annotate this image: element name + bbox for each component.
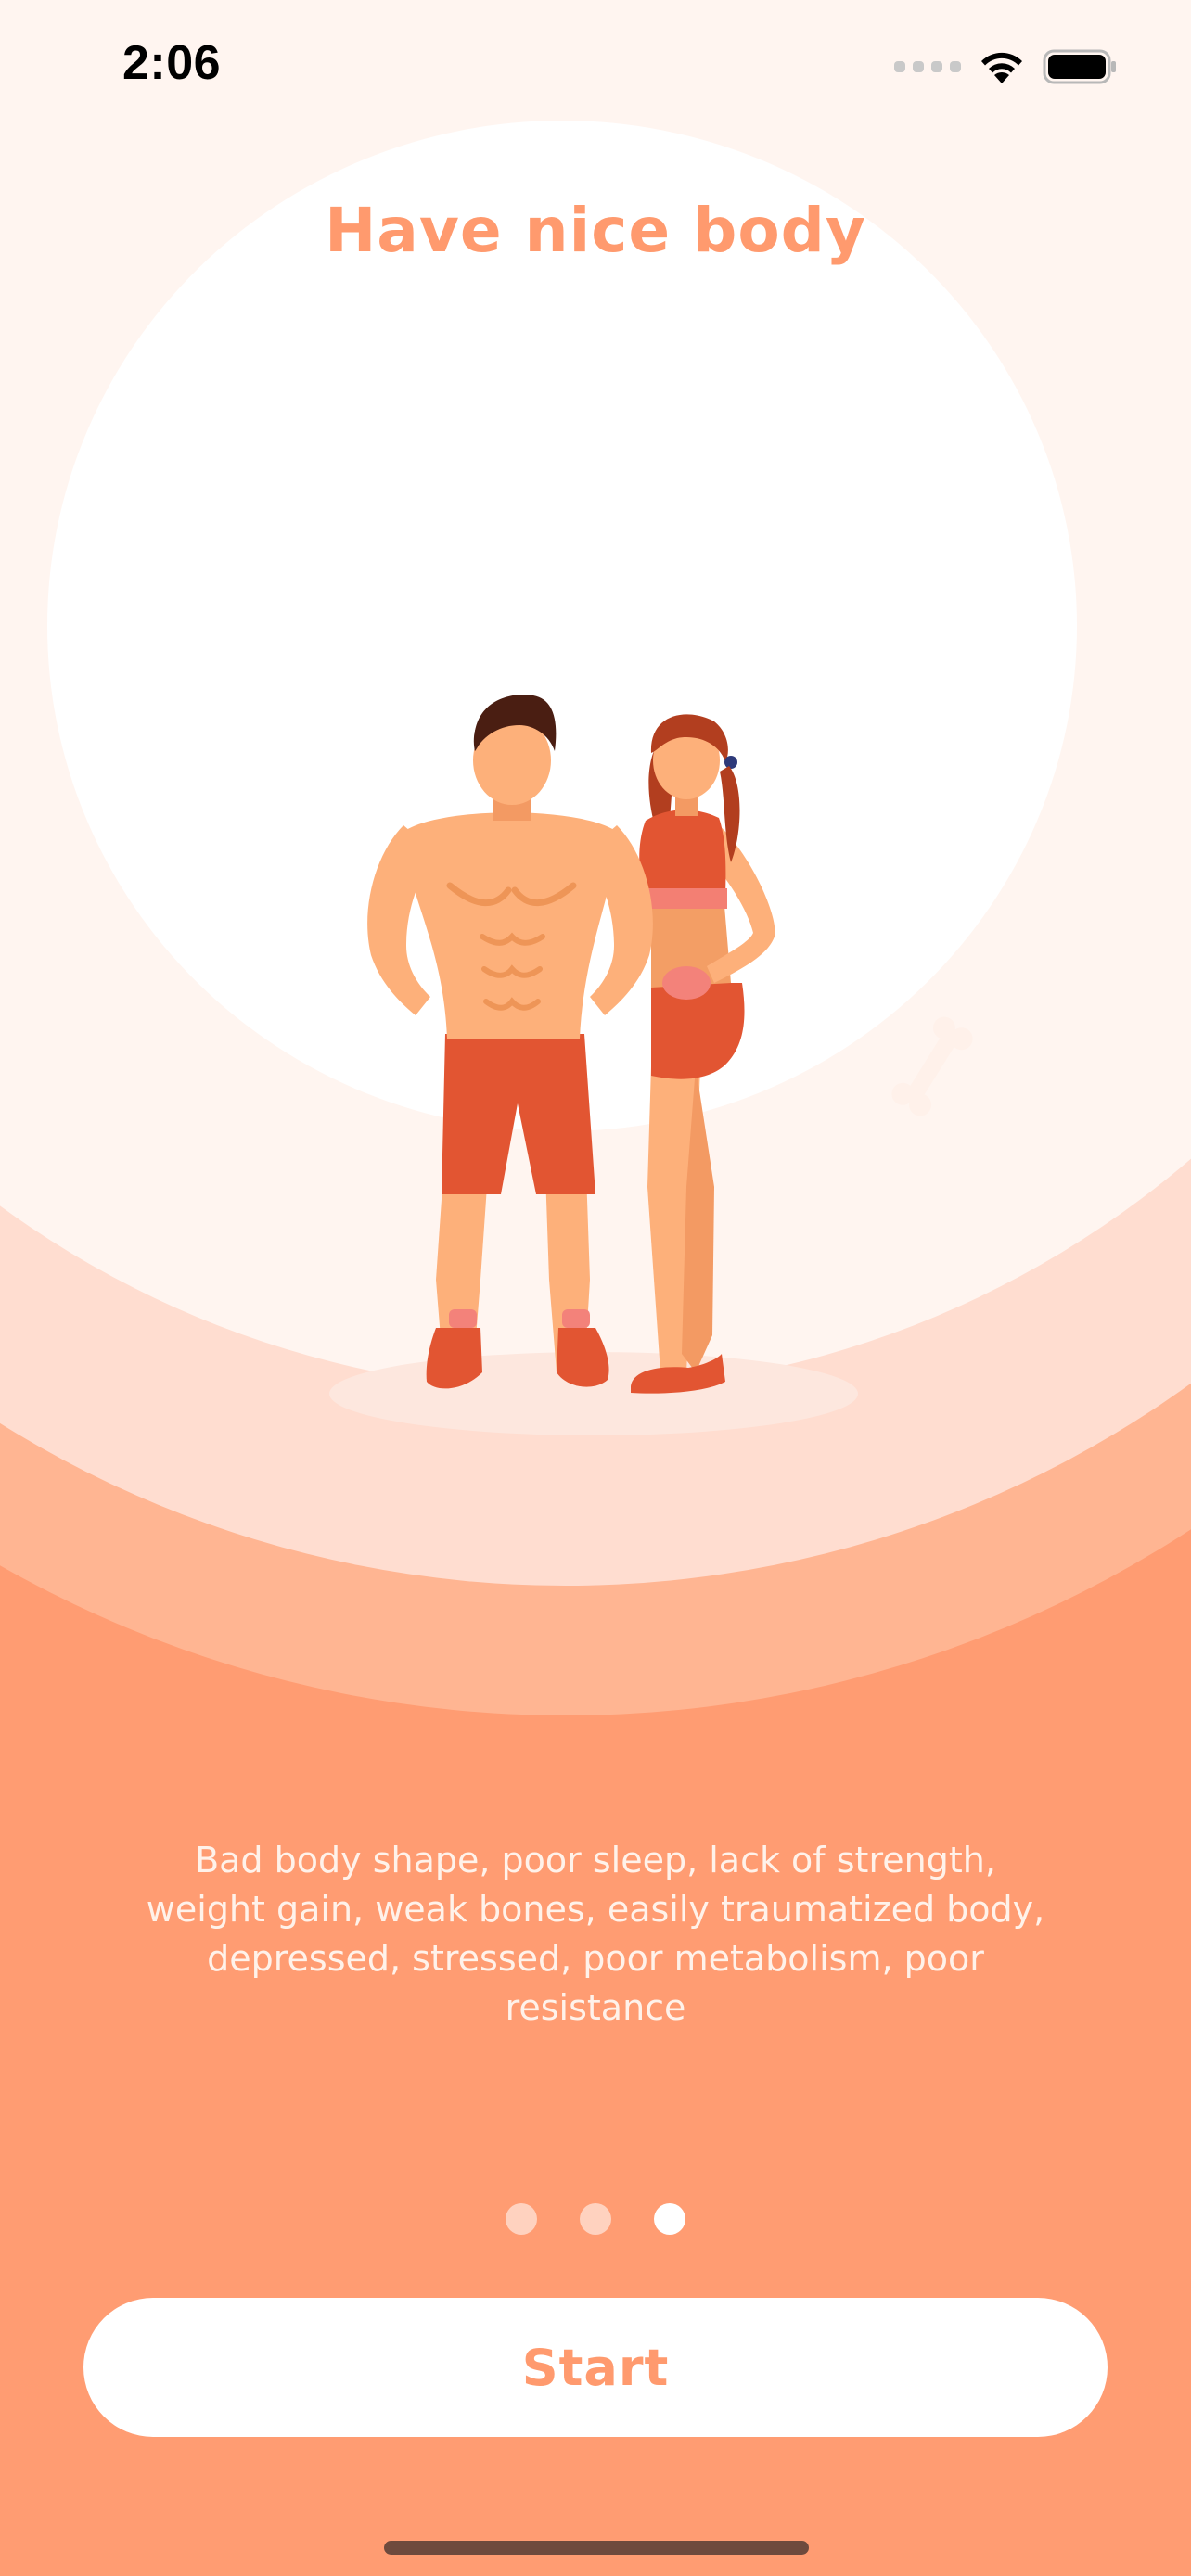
page-dot-2[interactable]	[580, 2203, 611, 2235]
status-icons	[894, 46, 1117, 87]
fit-couple-illustration	[329, 695, 973, 1435]
home-indicator[interactable]	[384, 2541, 809, 2555]
woman-figure	[631, 714, 775, 1394]
status-time: 2:06	[122, 36, 222, 90]
page-dot-1[interactable]	[506, 2203, 537, 2235]
page-dot-3-active[interactable]	[654, 2203, 685, 2235]
status-bar: 2:06	[0, 0, 1191, 130]
wifi-icon	[981, 52, 1022, 83]
page-title: Have nice body	[325, 195, 866, 266]
cellular-signal-icon	[894, 61, 961, 72]
bone-decoration	[891, 1016, 973, 1116]
start-button[interactable]: Start	[83, 2298, 1108, 2437]
man-figure	[367, 695, 653, 1389]
page-indicator	[0, 2203, 1191, 2235]
onboarding-description: Bad body shape, poor sleep, lack of stre…	[146, 1840, 1045, 2028]
battery-icon	[1043, 49, 1116, 84]
